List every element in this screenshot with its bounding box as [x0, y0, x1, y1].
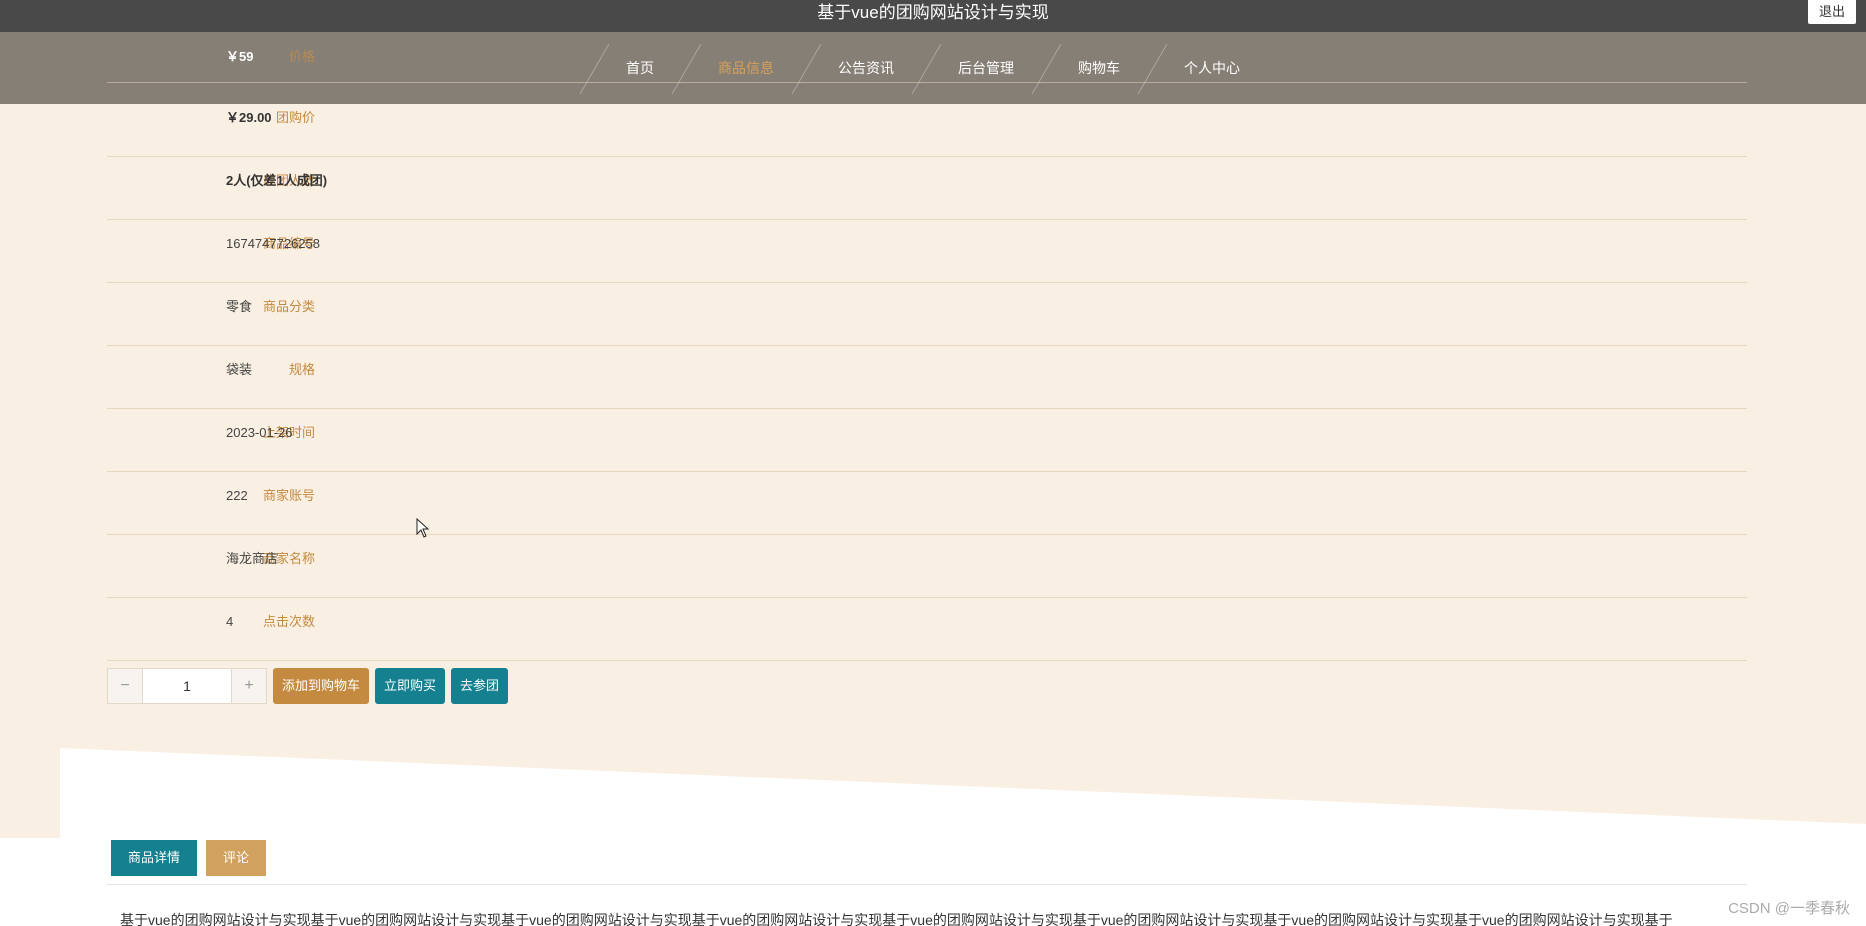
detail-row-listed-date: 上架时间 2023-01-26	[107, 409, 1747, 472]
detail-row-merchant-account: 商家账号 222	[107, 472, 1747, 535]
detail-row-product-id: 商品编号 1674747726258	[107, 220, 1747, 283]
tab-product-details[interactable]: 商品详情	[111, 840, 198, 876]
detail-row-category: 商品分类 零食	[107, 283, 1747, 346]
buy-now-button[interactable]: 立即购买	[375, 668, 446, 704]
detail-value: 222	[226, 488, 248, 503]
title-bar: 基于vue的团购网站设计与实现 退出	[0, 0, 1866, 32]
detail-value: 1674747726258	[226, 236, 320, 251]
nav-item-news[interactable]: 公告资讯	[806, 32, 926, 104]
detail-row-group-size: 成团人数 2人(仅差1人成团)	[107, 157, 1747, 220]
logout-button[interactable]: 退出	[1808, 0, 1856, 24]
tab-comments[interactable]: 评论	[206, 840, 267, 876]
detail-tabs: 商品详情 评论	[111, 840, 267, 876]
detail-label: 规格	[288, 362, 315, 377]
product-details: 团购价 ￥29.00 成团人数 2人(仅差1人成团) 商品编号 16747477…	[107, 94, 1747, 661]
add-to-cart-button[interactable]: 添加到购物车	[273, 668, 370, 704]
detail-value: 海龙商店	[226, 551, 279, 566]
detail-value: 4	[226, 614, 234, 629]
section-divider-wave	[60, 748, 1866, 840]
decrease-quantity-button[interactable]: −	[108, 669, 142, 703]
increase-quantity-button[interactable]: +	[232, 669, 266, 703]
nav-item-products[interactable]: 商品信息	[686, 32, 806, 104]
main-nav: 首页 商品信息 公告资讯 后台管理 购物车 个人中心	[0, 32, 1866, 104]
detail-value: 袋装	[226, 362, 253, 377]
detail-row-spec: 规格 袋装	[107, 346, 1747, 409]
watermark: CSDN @一季春秋	[1728, 900, 1850, 917]
detail-label: 点击次数	[262, 614, 315, 629]
nav-item-profile[interactable]: 个人中心	[1152, 32, 1272, 104]
nav-item-cart[interactable]: 购物车	[1046, 32, 1152, 104]
detail-value: 2023-01-26	[226, 425, 293, 440]
join-group-button[interactable]: 去参团	[451, 668, 509, 704]
tab-divider	[107, 884, 1747, 885]
detail-row-merchant-name: 商家名称 海龙商店	[107, 535, 1747, 598]
mouse-cursor-icon	[416, 518, 430, 538]
detail-value: 零食	[226, 299, 253, 314]
detail-label: 商家账号	[262, 488, 315, 503]
quantity-stepper: − +	[107, 668, 267, 704]
app-title: 基于vue的团购网站设计与实现	[817, 3, 1049, 22]
quantity-input[interactable]	[142, 669, 232, 703]
purchase-actions: − + 添加到购物车 立即购买 去参团	[107, 668, 509, 704]
product-description: 基于vue的团购网站设计与实现基于vue的团购网站设计与实现基于vue的团购网站…	[120, 912, 1673, 926]
detail-value: 2人(仅差1人成团)	[226, 173, 328, 188]
detail-label: 商品分类	[262, 299, 315, 314]
detail-row-click-count: 点击次数 4	[107, 598, 1747, 661]
nav-item-admin[interactable]: 后台管理	[926, 32, 1046, 104]
